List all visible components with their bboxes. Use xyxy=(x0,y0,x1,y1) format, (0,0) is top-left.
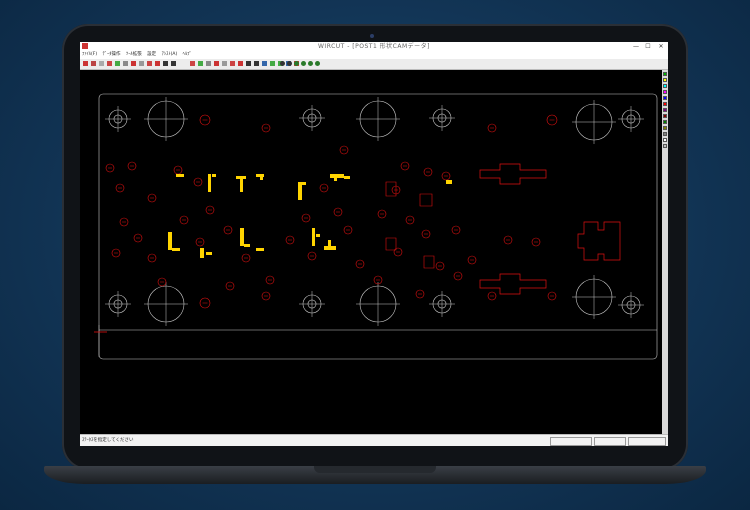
selected-segment xyxy=(316,234,320,237)
toolbar-zoom-icon[interactable] xyxy=(315,61,320,66)
window-title: WIRCUT - [POST1 形状CAMデータ] xyxy=(318,43,430,50)
toolbar-zoom-icon[interactable] xyxy=(287,61,292,66)
zoom-in-icon[interactable] xyxy=(107,61,112,66)
selected-segment xyxy=(200,248,204,258)
selected-segment xyxy=(298,182,302,200)
menu-settings[interactable]: 設定 xyxy=(145,51,158,59)
color-palette xyxy=(662,70,668,434)
toolbar-zoom-icon[interactable] xyxy=(294,61,299,66)
laptop-notch xyxy=(314,466,436,473)
toolbar-tool-icon[interactable] xyxy=(206,61,211,66)
color-swatch[interactable] xyxy=(663,102,667,106)
color-swatch[interactable] xyxy=(663,72,667,76)
toolbar-zoom-icon[interactable] xyxy=(301,61,306,66)
color-swatch[interactable] xyxy=(663,144,667,148)
status-cell-mode xyxy=(594,437,626,446)
selected-segment xyxy=(334,178,337,181)
color-swatch[interactable] xyxy=(663,78,667,82)
toolbar-tool-icon[interactable] xyxy=(270,61,275,66)
status-bar: ｽﾃｰﾀｽを指定してください xyxy=(80,434,668,446)
toolbar-tool-icon[interactable] xyxy=(238,61,243,66)
save-icon[interactable] xyxy=(91,61,96,66)
color-swatch[interactable] xyxy=(663,90,667,94)
pocket-contour xyxy=(385,181,397,251)
zoom-fit-icon[interactable] xyxy=(123,61,128,66)
selected-segment xyxy=(206,252,212,255)
color-swatch[interactable] xyxy=(663,126,667,130)
open-icon[interactable] xyxy=(83,61,88,66)
select-icon[interactable] xyxy=(131,61,136,66)
toolbar-tool-icon[interactable] xyxy=(230,61,235,66)
cad-canvas[interactable] xyxy=(80,70,662,434)
selected-segment xyxy=(324,246,336,250)
toolbar-tool-icon[interactable] xyxy=(198,61,203,66)
measure-icon[interactable] xyxy=(171,61,176,66)
color-swatch[interactable] xyxy=(663,84,667,88)
slot-contour xyxy=(479,273,547,295)
color-swatch[interactable] xyxy=(663,132,667,136)
toolbar-tool-icon[interactable] xyxy=(262,61,267,66)
menu-help[interactable]: ﾍﾙﾌﾟ xyxy=(181,51,194,59)
print-icon[interactable] xyxy=(99,61,104,66)
selected-segment xyxy=(176,174,184,177)
toolbar-tool-icon[interactable] xyxy=(222,61,227,66)
delete-icon[interactable] xyxy=(163,61,168,66)
menu-tools[interactable]: ﾂｰﾙ拡張 xyxy=(124,51,144,59)
rotate-icon[interactable] xyxy=(147,61,152,66)
color-swatch[interactable] xyxy=(663,138,667,142)
slot-contour xyxy=(479,163,547,185)
webcam-icon xyxy=(370,34,374,38)
selected-segment xyxy=(240,176,243,192)
selected-segment xyxy=(330,174,344,178)
status-cell-info xyxy=(628,437,666,446)
selected-segment xyxy=(244,244,250,247)
selected-segment xyxy=(260,174,263,180)
toolbar-tool-icon[interactable] xyxy=(214,61,219,66)
selected-segment xyxy=(208,174,211,192)
zoom-out-icon[interactable] xyxy=(115,61,120,66)
toolbar-tool-icon[interactable] xyxy=(254,61,259,66)
status-cell-coord xyxy=(550,437,592,446)
selected-segment xyxy=(302,182,306,185)
color-swatch[interactable] xyxy=(663,108,667,112)
selected-segment xyxy=(212,174,216,177)
minimize-button[interactable]: — xyxy=(630,42,642,51)
color-swatch[interactable] xyxy=(663,114,667,118)
screen: WIRCUT - [POST1 形状CAMデータ] — ☐ ✕ ﾌｧｲﾙ(F) … xyxy=(80,42,668,446)
mirror-icon[interactable] xyxy=(155,61,160,66)
punch-contour xyxy=(577,221,621,261)
maximize-button[interactable]: ☐ xyxy=(642,42,654,51)
menu-file[interactable]: ﾌｧｲﾙ(F) xyxy=(80,51,99,59)
selected-segment xyxy=(168,232,172,250)
selected-segment xyxy=(446,180,452,184)
pocket-contour xyxy=(419,193,435,269)
color-swatch[interactable] xyxy=(663,96,667,100)
selected-segment xyxy=(240,228,244,246)
menu-data[interactable]: ﾃﾞｰﾀ操作 xyxy=(101,51,123,59)
toolbar-tool-icon[interactable] xyxy=(246,61,251,66)
menu-assist[interactable]: ｱｼｽﾄ(A) xyxy=(160,51,180,59)
menu-bar: ﾌｧｲﾙ(F) ﾃﾞｰﾀ操作 ﾂｰﾙ拡張 設定 ｱｼｽﾄ(A) ﾍﾙﾌﾟ xyxy=(80,51,668,59)
toolbar xyxy=(80,59,668,70)
move-icon[interactable] xyxy=(139,61,144,66)
selected-segment xyxy=(172,248,180,251)
cad-drawing[interactable] xyxy=(80,70,662,434)
color-swatch[interactable] xyxy=(663,120,667,124)
selected-segment xyxy=(344,176,350,179)
selected-segment xyxy=(256,248,264,251)
selected-segment xyxy=(328,240,331,246)
toolbar-zoom-icon[interactable] xyxy=(280,61,285,66)
selected-segment xyxy=(312,228,315,246)
toolbar-tool-icon[interactable] xyxy=(190,61,195,66)
close-button[interactable]: ✕ xyxy=(655,42,667,51)
status-message: ｽﾃｰﾀｽを指定してください xyxy=(82,438,134,443)
toolbar-zoom-icon[interactable] xyxy=(308,61,313,66)
